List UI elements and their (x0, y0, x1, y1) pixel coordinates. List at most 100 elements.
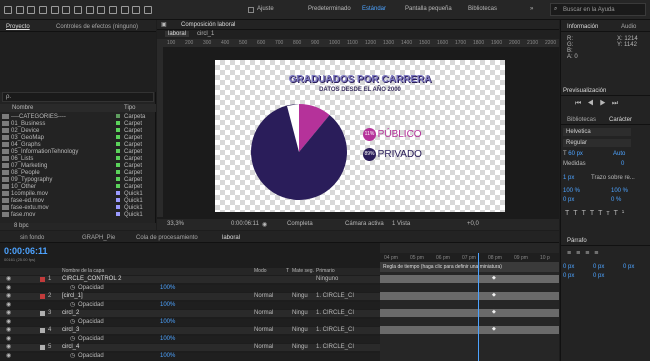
project-item[interactable]: 09_Typography Carpet (0, 177, 156, 184)
stopwatch-icon[interactable]: ◷ (70, 302, 75, 309)
project-item[interactable]: 10_Other Carpet (0, 184, 156, 191)
eye-icon[interactable]: ◉ (6, 327, 11, 334)
tracking-field[interactable]: 0 (621, 161, 624, 167)
eye-icon[interactable]: ◉ (6, 353, 11, 360)
font-family-select[interactable]: Helvetica (563, 128, 631, 136)
column-layer-name[interactable]: Nombre de la capa (62, 268, 104, 274)
rectangle-tool-icon[interactable] (74, 6, 83, 14)
tab-audio[interactable]: Audio (617, 22, 640, 32)
project-item[interactable]: fase-ed.mov Quick1 (0, 198, 156, 205)
column-track-matte[interactable]: Mate seg. (292, 268, 314, 274)
stopwatch-icon[interactable]: ◷ (70, 285, 75, 292)
layer-mode-select[interactable]: Normal (254, 310, 273, 317)
subtab-laboral[interactable]: laboral (165, 31, 190, 37)
stopwatch-icon[interactable]: ◷ (70, 353, 75, 360)
zoom-level[interactable]: 33,3% (167, 221, 184, 227)
keyframe-icon[interactable]: ◆ (492, 309, 496, 315)
baseline-field[interactable]: 0 px (563, 197, 574, 203)
space-before-field[interactable]: 0 px (563, 273, 574, 279)
layer-property-row[interactable]: ◉ ◷ Opacidad 100% (0, 335, 380, 343)
overflow-icon[interactable]: » (530, 6, 533, 12)
time-ruler[interactable]: 04 pm 05 pm 06 pm 07 pm 08 pm 09 pm 10 p (380, 253, 559, 262)
layer-track-matte[interactable]: Ningu (292, 327, 308, 334)
tab-graph-pie[interactable]: GRAPH_Pie (78, 233, 119, 243)
layer-name[interactable]: circl_3 (62, 327, 79, 334)
font-size-field[interactable]: T 60 px (563, 151, 583, 157)
workspace-libraries[interactable]: Bibliotecas (468, 6, 497, 12)
project-item[interactable]: 05_InformationTehnology Carpet (0, 149, 156, 156)
layer-label-color[interactable] (40, 277, 45, 282)
column-type[interactable]: Tipo (124, 105, 135, 111)
eye-icon[interactable]: ◉ (6, 302, 11, 309)
stroke-width-field[interactable]: 1 px (563, 175, 574, 181)
project-item[interactable]: 02_Device Carpet (0, 128, 156, 135)
justify-icon[interactable]: ≡ (594, 250, 603, 257)
small-caps-button[interactable]: Tт (598, 210, 613, 217)
workspace-standard[interactable]: Estándar (362, 6, 386, 12)
layer-track-matte[interactable]: Ningu (292, 344, 308, 351)
playhead[interactable] (478, 253, 479, 361)
superscript-button[interactable]: T¹ (614, 210, 629, 217)
composition-canvas[interactable]: GRADUADOS POR CARRERA DATOS DESDE EL AÑO… (215, 60, 505, 212)
layer-row[interactable]: ◉ 5 circl_4 Normal Ningu 1. CIRCLE_CI (0, 344, 380, 351)
subtab-circl-1[interactable]: circl_1 (197, 31, 214, 37)
lock-icon[interactable]: ▣ (161, 21, 167, 28)
project-item[interactable]: 08_People Carpet (0, 170, 156, 177)
eye-icon[interactable]: ◉ (6, 319, 11, 326)
font-style-select[interactable]: Regular (563, 139, 631, 147)
layer-parent-select[interactable]: 1. CIRCLE_CI (316, 327, 354, 334)
stopwatch-icon[interactable]: ◷ (70, 336, 75, 343)
layer-property-row[interactable]: ◉ ◷ Opacidad 100% (0, 284, 380, 292)
tab-info[interactable]: Información (563, 22, 602, 32)
rotate-tool-icon[interactable] (39, 6, 48, 14)
eye-icon[interactable]: ◉ (6, 276, 11, 283)
indent-left-field[interactable]: 0 px (563, 264, 574, 270)
column-name[interactable]: Nombre (12, 105, 33, 111)
workspace-small-screen[interactable]: Pantalla pequeña (405, 6, 452, 12)
last-frame-icon[interactable]: ⏭ (612, 100, 624, 107)
timeline-timecode[interactable]: 0:00:06:11 (4, 246, 48, 256)
layer-property-row[interactable]: ◉ ◷ Opacidad 100% (0, 352, 380, 360)
layer-name[interactable]: [circl_1] (62, 293, 83, 300)
align-left-icon[interactable]: ≡ (567, 250, 576, 257)
horizontal-scale-field[interactable]: 100 % (611, 188, 628, 194)
project-item[interactable]: 01_Business Carpet (0, 121, 156, 128)
layer-mode-select[interactable]: Normal (254, 293, 273, 300)
keyframe-icon[interactable]: ◆ (492, 292, 496, 298)
zoom-tool-icon[interactable] (27, 6, 36, 14)
layer-row[interactable]: ◉ 1 CIRCLE_CONTROL 2 Ninguno (0, 276, 380, 283)
tab-project[interactable]: Proyecto (2, 22, 34, 32)
resolution-select[interactable]: Completa (287, 221, 313, 227)
project-item[interactable]: fase.mov Quick1 (0, 212, 156, 219)
hand-tool-icon[interactable] (15, 6, 24, 14)
column-parent[interactable]: Primario (316, 268, 335, 274)
project-item[interactable]: 03_GeoMap Carpet (0, 135, 156, 142)
layer-label-color[interactable] (40, 311, 45, 316)
play-icon[interactable]: ▶ (600, 100, 612, 107)
adjust-checkbox[interactable] (248, 7, 254, 13)
layer-mode-select[interactable]: Normal (254, 344, 273, 351)
stopwatch-icon[interactable]: ◷ (70, 319, 75, 326)
layer-row[interactable]: ◉ 2 [circl_1] Normal Ningu 1. CIRCLE_CI (0, 293, 380, 300)
layer-property-row[interactable]: ◉ ◷ Opacidad 100% (0, 301, 380, 309)
eye-icon[interactable]: ◉ (6, 310, 11, 317)
eye-icon[interactable]: ◉ (6, 293, 11, 300)
layer-track-matte[interactable]: Ningu (292, 310, 308, 317)
pen-tool-icon[interactable] (85, 6, 94, 14)
workspace-default[interactable]: Predeterminado (308, 6, 351, 12)
eraser-tool-icon[interactable] (132, 6, 141, 14)
project-item[interactable]: 04_Graphs Carpet (0, 142, 156, 149)
stamp-tool-icon[interactable] (120, 6, 129, 14)
project-item[interactable]: 1compile.mov Quick1 (0, 191, 156, 198)
tab-laboral[interactable]: laboral (218, 233, 244, 243)
property-value[interactable]: 100% (160, 336, 175, 343)
first-frame-icon[interactable]: ⏮ (575, 100, 587, 107)
project-item[interactable]: 06_Lists Carpet (0, 156, 156, 163)
layer-row[interactable]: ◉ 3 circl_2 Normal Ningu 1. CIRCLE_CI (0, 310, 380, 317)
layer-parent-select[interactable]: 1. CIRCLE_CI (316, 293, 354, 300)
kerning-field[interactable]: Medidas (563, 161, 586, 167)
layer-duration-bar[interactable]: ◆ (380, 292, 559, 300)
project-item[interactable]: 07_Marketing Carpet (0, 163, 156, 170)
puppet-tool-icon[interactable] (144, 6, 153, 14)
tab-sin-fondo[interactable]: sin fondo (16, 233, 48, 243)
